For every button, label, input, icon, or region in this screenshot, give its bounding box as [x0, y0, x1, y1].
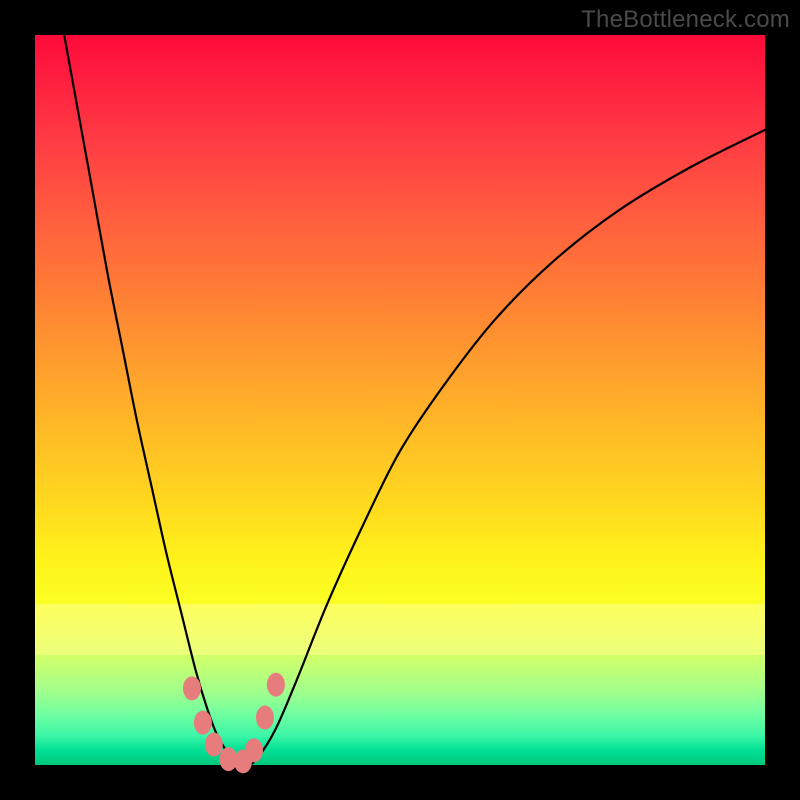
plot-area: [35, 35, 765, 765]
chart-frame: TheBottleneck.com: [0, 0, 800, 800]
curve-markers: [183, 673, 285, 774]
curve-marker: [183, 676, 201, 700]
curve-marker: [245, 738, 263, 762]
curve-marker: [205, 733, 223, 757]
curve-layer: [35, 35, 765, 765]
curve-marker: [256, 706, 274, 730]
watermark-text: TheBottleneck.com: [581, 6, 790, 34]
curve-marker: [194, 711, 212, 735]
bottleneck-curve: [64, 35, 765, 765]
curve-marker: [267, 673, 285, 697]
